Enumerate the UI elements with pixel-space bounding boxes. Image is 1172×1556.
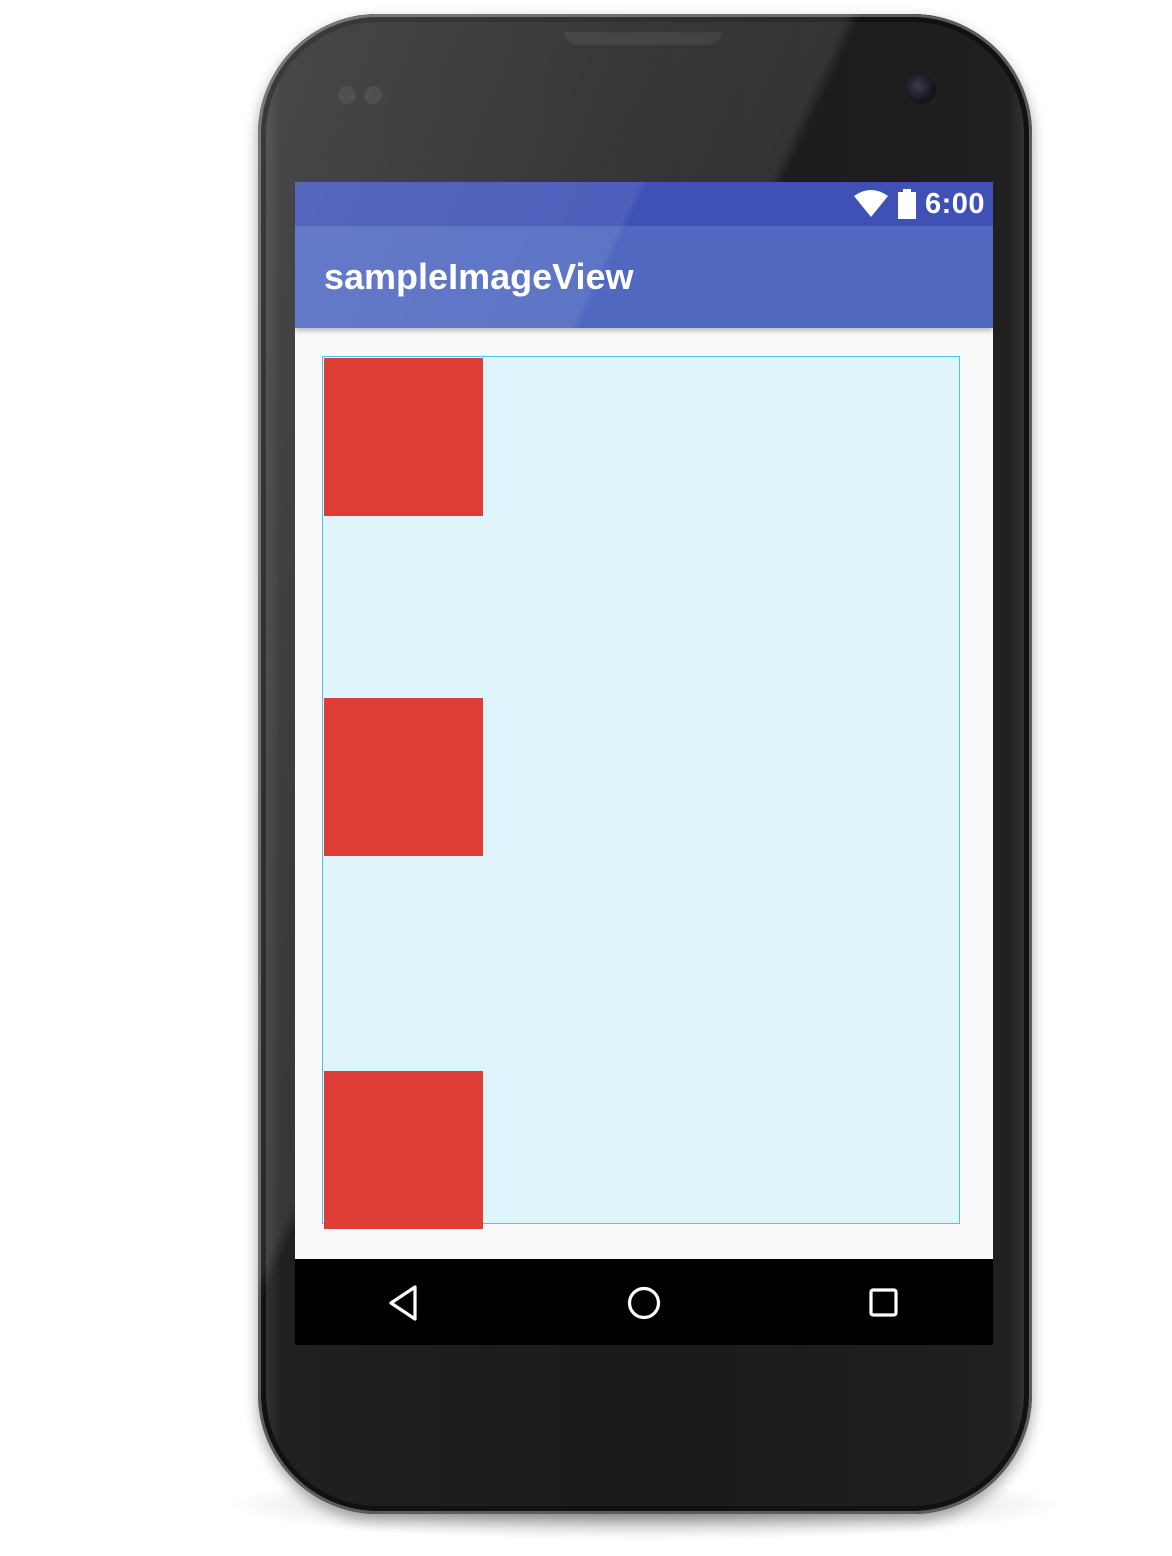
image-view-3 [324, 1071, 483, 1229]
recents-icon[interactable] [865, 1283, 905, 1323]
app-title: sampleImageView [324, 256, 634, 297]
home-icon[interactable] [625, 1283, 665, 1323]
battery-icon [897, 189, 916, 219]
earpiece-speaker [563, 32, 723, 48]
wifi-icon [853, 190, 888, 217]
device-screen: 6:00 sampleImageView [295, 182, 993, 1345]
back-icon[interactable] [385, 1283, 425, 1323]
front-camera-icon [906, 74, 936, 104]
image-view-2 [324, 698, 483, 856]
status-bar: 6:00 [295, 182, 993, 226]
device-frame-stage: 6:00 sampleImageView [0, 0, 1172, 1556]
proximity-sensor [338, 86, 356, 104]
light-sensor [364, 86, 382, 104]
status-clock: 6:00 [924, 187, 985, 220]
image-view-1 [324, 358, 483, 516]
app-toolbar: sampleImageView [295, 226, 993, 328]
navigation-bar [295, 1259, 993, 1345]
status-icons: 6:00 [853, 182, 985, 226]
